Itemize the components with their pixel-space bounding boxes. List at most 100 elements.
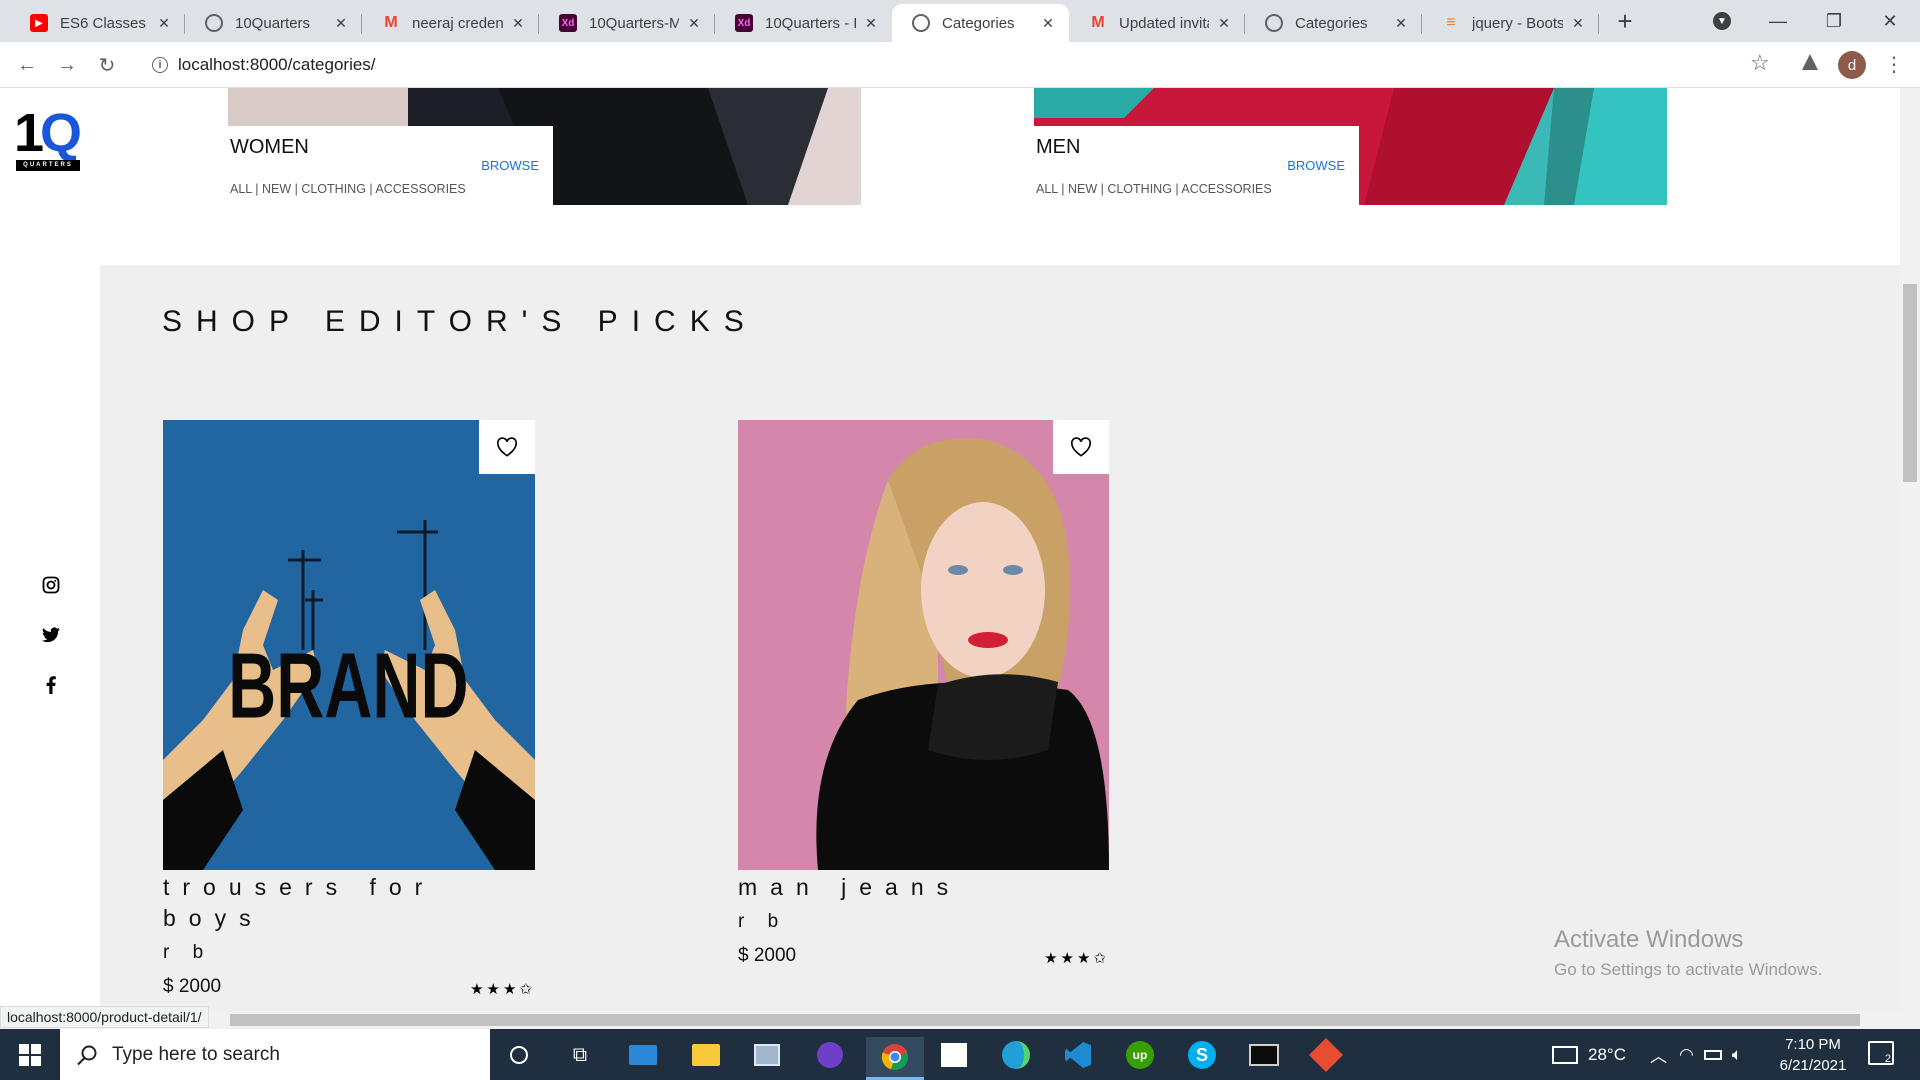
- site-logo[interactable]: 1Q QUARTERS: [14, 103, 84, 172]
- product-card-man-jeans[interactable]: man jeans r b $ 2000 ★★★✩: [738, 420, 1109, 967]
- github-icon[interactable]: [812, 1037, 848, 1073]
- twitter-icon[interactable]: [38, 622, 64, 648]
- browser-tab-bar: ▶ ES6 Classes and ✕ 10Quarters ✕ M neera…: [0, 0, 1920, 42]
- git-icon[interactable]: [1308, 1037, 1344, 1073]
- taskbar-clock[interactable]: 7:10 PM 6/21/2021: [1760, 1034, 1866, 1076]
- chevron-up-icon[interactable]: ︿: [1650, 1042, 1667, 1067]
- volume-icon[interactable]: 🔈︎: [1732, 1045, 1742, 1065]
- mail-icon[interactable]: [625, 1037, 661, 1073]
- status-bar-url: localhost:8000/product-detail/1/: [0, 1006, 209, 1028]
- task-view-icon[interactable]: ⧉: [562, 1037, 598, 1073]
- gmail-icon: M: [384, 14, 398, 31]
- category-sublinks[interactable]: ALL | NEW | CLOTHING | ACCESSORIES: [1036, 182, 1272, 196]
- windows-taskbar: Type here to search ⧉ up S 28°C ︿ ◠ 🔈︎ 7…: [0, 1029, 1920, 1080]
- gmail-icon: M: [1091, 14, 1105, 31]
- product-name[interactable]: trousers for boys: [163, 872, 463, 934]
- close-icon[interactable]: ✕: [1039, 15, 1057, 32]
- tab-es6-classes[interactable]: ▶ ES6 Classes and ✕: [10, 4, 185, 42]
- notification-center-icon[interactable]: 2: [1868, 1041, 1894, 1065]
- info-icon[interactable]: i: [152, 57, 168, 73]
- file-explorer-icon[interactable]: [688, 1037, 724, 1073]
- horizontal-scrollbar-thumb[interactable]: [230, 1014, 1860, 1026]
- close-icon[interactable]: ✕: [862, 15, 880, 32]
- profile-avatar[interactable]: d: [1838, 51, 1866, 79]
- vertical-scrollbar[interactable]: [1900, 88, 1920, 1011]
- product-name[interactable]: man jeans: [738, 872, 1098, 903]
- chrome-icon[interactable]: [866, 1037, 924, 1080]
- tab-jquery-bootstrap[interactable]: ≡ jquery - Boots ✕: [1422, 4, 1599, 42]
- category-title: WOMEN: [230, 136, 309, 158]
- address-bar[interactable]: i localhost:8000/categories/: [140, 48, 1780, 82]
- close-icon[interactable]: ✕: [155, 15, 173, 32]
- wishlist-heart-button[interactable]: [1053, 420, 1109, 474]
- globe-icon: [205, 14, 223, 32]
- store-icon[interactable]: [936, 1037, 972, 1073]
- tab-10quarters-mobile[interactable]: Xd 10Quarters-Mo ✕: [539, 4, 715, 42]
- instagram-icon[interactable]: [38, 572, 64, 598]
- edge-icon[interactable]: [998, 1037, 1034, 1073]
- model-photo: [738, 420, 1109, 870]
- youtube-icon: ▶: [30, 14, 48, 32]
- bookmark-star-icon[interactable]: ☆: [1750, 50, 1770, 76]
- new-tab-button[interactable]: +: [1610, 6, 1640, 36]
- forward-button[interactable]: →: [52, 50, 82, 80]
- weather-text[interactable]: 28°C: [1588, 1045, 1626, 1065]
- more-menu-icon[interactable]: ⋮: [1884, 52, 1904, 77]
- category-label-women: WOMEN BROWSE ALL | NEW | CLOTHING | ACCE…: [228, 126, 553, 205]
- browser-toolbar: ← → ↻ i localhost:8000/categories/ ☆ d ⋮: [0, 42, 1920, 88]
- heart-icon: [1070, 437, 1092, 457]
- facebook-icon[interactable]: [38, 672, 64, 698]
- taskbar-search[interactable]: Type here to search: [60, 1029, 490, 1080]
- close-icon[interactable]: ✕: [332, 15, 350, 32]
- cortana-icon[interactable]: [501, 1037, 537, 1073]
- product-card-trousers[interactable]: BRAND trousers for boys r b $ 2000 ★★★✩: [163, 420, 535, 998]
- close-icon[interactable]: ✕: [1569, 15, 1587, 32]
- product-image[interactable]: [738, 420, 1109, 870]
- browse-link[interactable]: BROWSE: [1287, 158, 1345, 173]
- tab-categories-active[interactable]: Categories ✕: [892, 4, 1069, 42]
- wishlist-heart-button[interactable]: [479, 420, 535, 474]
- close-window-button[interactable]: ✕: [1862, 0, 1918, 42]
- close-icon[interactable]: ✕: [509, 15, 527, 32]
- heart-icon: [496, 437, 518, 457]
- url-text[interactable]: localhost:8000/categories/: [178, 55, 376, 75]
- windows-logo-icon: [19, 1043, 41, 1066]
- start-button[interactable]: [0, 1029, 60, 1080]
- news-widget-icon[interactable]: [1552, 1045, 1578, 1064]
- rating-stars: ★★★✩: [470, 981, 535, 998]
- product-image[interactable]: BRAND: [163, 420, 535, 870]
- tab-updated-invitation[interactable]: M Updated invita ✕: [1069, 4, 1245, 42]
- tab-10quarters-design[interactable]: Xd 10Quarters - D ✕: [715, 4, 892, 42]
- category-title: MEN: [1036, 136, 1081, 158]
- wifi-icon[interactable]: ◠: [1679, 1045, 1694, 1065]
- social-links: [38, 572, 64, 722]
- category-banner-women[interactable]: WOMEN BROWSE ALL | NEW | CLOTHING | ACCE…: [228, 88, 861, 205]
- category-sublinks[interactable]: ALL | NEW | CLOTHING | ACCESSORIES: [230, 182, 466, 196]
- upwork-icon[interactable]: up: [1122, 1037, 1158, 1073]
- stackoverflow-icon: ≡: [1446, 14, 1456, 31]
- tab-neeraj-credentials[interactable]: M neeraj credenti ✕: [362, 4, 539, 42]
- skype-icon[interactable]: S: [1184, 1037, 1220, 1073]
- close-icon[interactable]: ✕: [685, 15, 703, 32]
- minimize-button[interactable]: —: [1750, 0, 1806, 42]
- restore-button[interactable]: ❐: [1806, 0, 1862, 42]
- battery-icon[interactable]: [1703, 1049, 1722, 1060]
- terminal-icon[interactable]: [1246, 1037, 1282, 1073]
- tab-categories[interactable]: Categories ✕: [1245, 4, 1422, 42]
- back-button[interactable]: ←: [12, 50, 42, 80]
- browse-link[interactable]: BROWSE: [481, 158, 539, 173]
- page-viewport: 1Q QUARTERS WOMEN BROWSE ALL | NEW | CLO…: [0, 88, 1900, 1011]
- brand-illustration: BRAND: [163, 420, 535, 870]
- category-label-men: MEN BROWSE ALL | NEW | CLOTHING | ACCESS…: [1034, 126, 1359, 205]
- close-icon[interactable]: ✕: [1215, 15, 1233, 32]
- close-icon[interactable]: ✕: [1392, 15, 1410, 32]
- vertical-scrollbar-thumb[interactable]: [1903, 284, 1917, 482]
- tab-10quarters[interactable]: 10Quarters ✕: [185, 4, 362, 42]
- vscode-icon[interactable]: [1060, 1037, 1096, 1073]
- labs-flask-icon[interactable]: [1802, 54, 1818, 70]
- category-banner-men[interactable]: MEN BROWSE ALL | NEW | CLOTHING | ACCESS…: [1034, 88, 1667, 205]
- reload-button[interactable]: ↻: [92, 50, 122, 80]
- tab-search-button[interactable]: ▼: [1694, 0, 1750, 42]
- network-app-icon[interactable]: [749, 1037, 785, 1073]
- globe-icon: [912, 14, 930, 32]
